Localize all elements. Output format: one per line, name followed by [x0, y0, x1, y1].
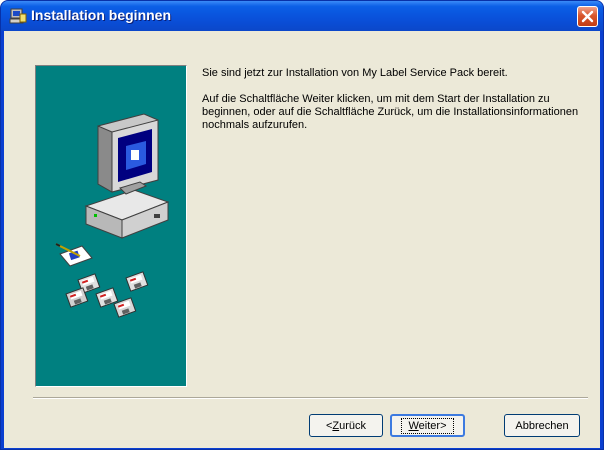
instruction-message: Auf die Schaltfläche Weiter klicken, um … [202, 93, 579, 131]
computer-with-disks-illustration [55, 113, 170, 318]
next-label-rest: eiter> [418, 419, 447, 432]
installer-icon [9, 7, 27, 25]
focus-rectangle: Weiter> [401, 417, 454, 434]
next-mnemonic: W [408, 419, 419, 432]
title-bar[interactable]: Installation beginnen [1, 1, 603, 31]
next-button[interactable]: Weiter> [390, 414, 465, 437]
window-title: Installation beginnen [31, 7, 172, 23]
back-button[interactable]: < Zurück [309, 414, 383, 437]
separator-line [33, 397, 588, 399]
message-area: Sie sind jetzt zur Installation von My L… [202, 67, 587, 132]
side-image-panel [35, 65, 187, 387]
cancel-button[interactable]: Abbrechen [504, 414, 580, 437]
ready-message: Sie sind jetzt zur Installation von My L… [202, 67, 508, 79]
setup-window: Installation beginnen Sie sind jetzt zur… [0, 0, 604, 450]
back-mnemonic: Z [332, 419, 340, 432]
back-label-rest: urück [339, 419, 367, 432]
close-button[interactable] [577, 6, 598, 27]
dialog-body: Sie sind jetzt zur Installation von My L… [4, 31, 600, 448]
